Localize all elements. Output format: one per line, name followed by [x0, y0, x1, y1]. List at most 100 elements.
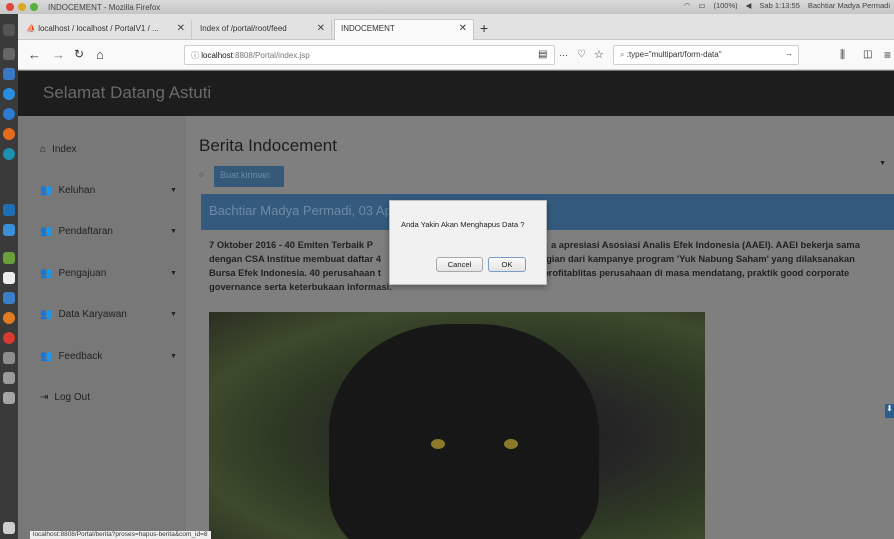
volume-icon[interactable]: ◀: [746, 1, 752, 10]
launcher-firefox-icon[interactable]: [3, 128, 15, 140]
caret-down-icon: ▼: [170, 353, 177, 360]
user-name[interactable]: Bachtiar Madya Permadi: [808, 1, 890, 10]
launcher-home-icon[interactable]: [3, 24, 15, 36]
users-icon: 👥: [40, 226, 53, 237]
sidebar-item-label: Data Karyawan: [58, 309, 127, 320]
caret-down-icon: ▼: [170, 270, 177, 277]
tab-phpmyadmin[interactable]: ⛵ localhost / localhost / PortalV1 / ...…: [20, 20, 192, 40]
clock[interactable]: Sab 1:13:55: [759, 1, 799, 10]
search-icon: ⌕: [620, 50, 625, 59]
tab-index-feed[interactable]: Index of /portal/root/feed ✕: [194, 20, 332, 40]
maximize-window-button[interactable]: [30, 3, 38, 11]
ok-button[interactable]: OK: [488, 257, 526, 272]
launcher-app3-icon[interactable]: [3, 204, 15, 216]
battery-icon[interactable]: ▭: [698, 1, 705, 10]
home-icon[interactable]: ⌂: [96, 47, 104, 62]
close-window-button[interactable]: [6, 3, 14, 11]
sidebar-item-keluhan[interactable]: 👥 Keluhan ▼: [40, 185, 188, 196]
launcher-app2-icon[interactable]: [3, 148, 15, 160]
url-host: localhost: [201, 51, 233, 60]
cancel-button[interactable]: Cancel: [436, 257, 483, 272]
sidebar-toggle-icon[interactable]: ◫: [863, 49, 872, 60]
sidebar-item-label: Log Out: [54, 392, 90, 403]
close-tab-icon[interactable]: ✕: [317, 23, 325, 34]
launcher-files-icon[interactable]: [3, 48, 15, 60]
minimize-window-button[interactable]: [18, 3, 26, 11]
sidebar-item-label: Pengajuan: [58, 268, 107, 279]
bullet-icon: ○: [199, 172, 204, 179]
phpmyadmin-icon: ⛵: [26, 24, 36, 33]
launcher-app11-icon[interactable]: [3, 372, 15, 384]
forward-icon[interactable]: →: [52, 47, 65, 62]
sidebar-item-log-out[interactable]: ⇥ Log Out: [40, 392, 90, 403]
library-icon[interactable]: ⫼: [840, 49, 845, 62]
launcher-app10-icon[interactable]: [3, 352, 15, 364]
site-brand[interactable]: Selamat Datang Astuti: [43, 83, 211, 103]
sidebar-item-feedback[interactable]: 👥 Feedback ▼: [40, 351, 188, 362]
launcher-app8-icon[interactable]: [3, 312, 15, 324]
launcher-app9-icon[interactable]: [3, 332, 15, 344]
launcher-app-icon[interactable]: [3, 68, 15, 80]
sidebar-item-label: Keluhan: [58, 185, 96, 196]
tab-label: INDOCEMENT: [341, 24, 395, 33]
close-tab-icon[interactable]: ✕: [459, 23, 467, 34]
browser-nav-bar: ← → ↻ ⌂ ⓘ localhost:8808/Portal/index.js…: [18, 40, 894, 70]
tab-label: localhost / localhost / PortalV1 / ...: [38, 24, 159, 33]
reload-icon[interactable]: ↻: [74, 47, 84, 61]
main-content: Berita Indocement ▼ ○ Buat kiriman Bacht…: [186, 116, 894, 539]
info-icon[interactable]: ⓘ: [191, 51, 199, 60]
caret-down-icon[interactable]: ▼: [879, 160, 886, 167]
reader-view-icon[interactable]: ▤: [538, 49, 547, 60]
post-line-2-left: dengan CSA Institue membuat daftar 4: [209, 253, 382, 264]
logout-icon: ⇥: [40, 392, 49, 403]
close-tab-icon[interactable]: ✕: [177, 23, 185, 34]
site-sidebar: ⌂ Index 👥 Keluhan ▼ 👥 Pendaftaran ▼ 👥 Pengajua…: [18, 116, 186, 539]
back-icon[interactable]: ←: [28, 47, 41, 62]
post-line-3-left: Bursa Efek Indonesia. 40 perusahaan t: [209, 267, 381, 278]
sidebar-item-index[interactable]: ⌂ Index: [40, 144, 77, 155]
panther-left-eye: [431, 439, 445, 449]
launcher-app6-icon[interactable]: [3, 272, 15, 284]
pocket-icon[interactable]: ♡: [577, 49, 586, 60]
launcher-app4-icon[interactable]: [3, 224, 15, 236]
address-bar[interactable]: ⓘ localhost:8808/Portal/index.jsp: [184, 45, 555, 65]
sidebar-item-data-karyawan[interactable]: 👥 Data Karyawan ▼: [40, 309, 188, 320]
launcher-chrome-icon[interactable]: [3, 108, 15, 120]
launcher-app5-icon[interactable]: [3, 252, 15, 264]
launcher-app12-icon[interactable]: [3, 392, 15, 404]
page-title: Berita Indocement: [199, 136, 337, 155]
search-value: :type="multipart/form-data": [626, 50, 722, 59]
launcher-app7-icon[interactable]: [3, 292, 15, 304]
sidebar-item-label: Index: [52, 144, 77, 155]
site-navbar: Selamat Datang Astuti: [18, 71, 894, 116]
create-post-button[interactable]: Buat kiriman: [214, 166, 284, 187]
post-image: [209, 312, 705, 539]
wifi-icon[interactable]: ◠: [684, 1, 691, 10]
tab-indocement[interactable]: INDOCEMENT ✕: [334, 19, 474, 40]
dialog-message: Anda Yakin Akan Menghapus Data ?: [401, 220, 525, 229]
scroll-down-icon[interactable]: ⬇: [885, 404, 894, 418]
page-actions-icon[interactable]: ···: [559, 50, 568, 60]
menu-icon[interactable]: ≡: [884, 48, 891, 62]
users-icon: 👥: [40, 185, 53, 196]
trash-icon[interactable]: [3, 522, 15, 534]
search-input[interactable]: ⌕ :type="multipart/form-data" →: [613, 45, 799, 65]
users-icon: 👥: [40, 309, 53, 320]
url-path: :8808/Portal/index.jsp: [232, 51, 310, 60]
post-header: Bachtiar Madya Permadi, 03 Apr: [201, 194, 894, 230]
sidebar-item-pendaftaran[interactable]: 👥 Pendaftaran ▼: [40, 226, 188, 237]
panther-head: [329, 324, 599, 539]
new-tab-button[interactable]: +: [480, 20, 488, 36]
web-page: Selamat Datang Astuti ⌂ Index 👥 Keluhan ▼ 👥…: [18, 71, 894, 539]
window-controls: [6, 3, 38, 11]
window-title: INDOCEMENT - Mozilla Firefox: [48, 2, 161, 12]
bookmark-star-icon[interactable]: ☆: [594, 48, 604, 61]
post-line-4: governance serta keterbukaan informasi.: [209, 281, 392, 292]
app-launcher: [0, 14, 18, 539]
search-go-icon[interactable]: →: [785, 49, 793, 58]
launcher-browser-icon[interactable]: [3, 88, 15, 100]
panther-right-eye: [504, 439, 518, 449]
sidebar-item-pengajuan[interactable]: 👥 Pengajuan ▼: [40, 268, 188, 279]
caret-down-icon: ▼: [170, 311, 177, 318]
sidebar-item-label: Pendaftaran: [58, 226, 113, 237]
